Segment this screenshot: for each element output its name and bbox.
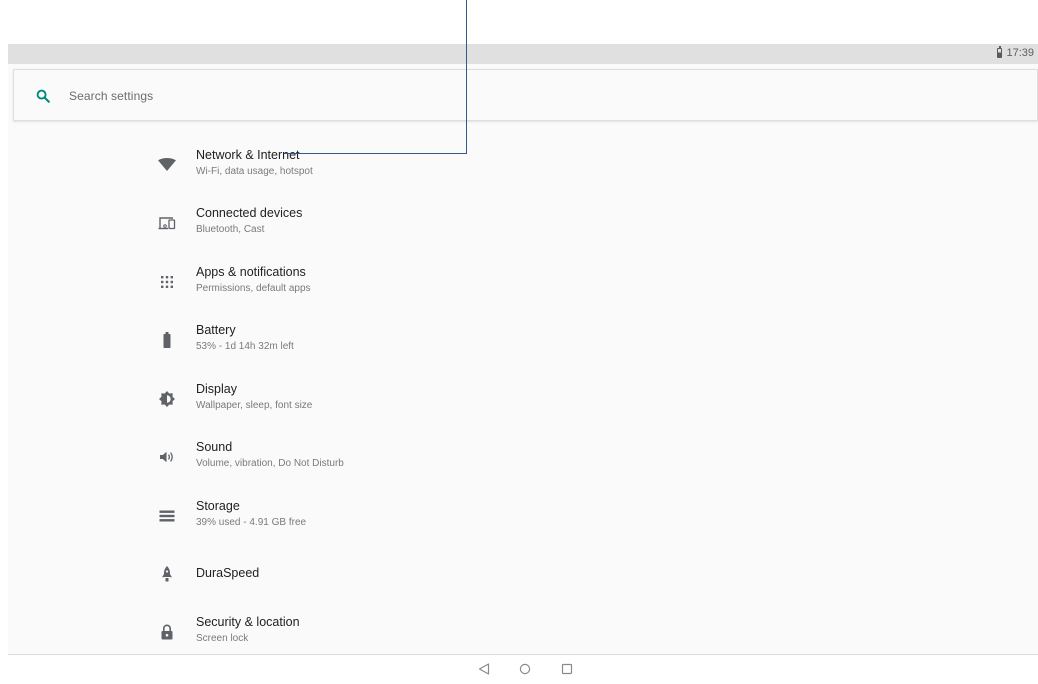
callout-line <box>284 153 467 154</box>
settings-app: Search settings Network & Internet Wi-Fi… <box>8 64 1038 655</box>
apps-grid-icon <box>158 273 176 291</box>
settings-item-title: Sound <box>196 440 233 454</box>
settings-item-title: DuraSpeed <box>196 566 260 580</box>
settings-item-duraspeed[interactable]: DuraSpeed <box>138 547 998 601</box>
status-bar-right: 17:39 <box>997 46 1034 59</box>
status-battery-icon <box>997 46 1003 58</box>
settings-item-security[interactable]: Security & location Screen lock <box>138 605 998 659</box>
callout-line <box>466 0 467 154</box>
settings-item-network[interactable]: Network & Internet Wi-Fi, data usage, ho… <box>138 138 998 192</box>
settings-item-subtitle: Permissions, default apps <box>196 283 311 294</box>
brightness-icon <box>158 390 176 408</box>
search-bar[interactable]: Search settings <box>13 69 1038 121</box>
wifi-icon <box>158 156 176 174</box>
settings-item-display[interactable]: Display Wallpaper, sleep, font size <box>138 372 998 426</box>
settings-item-connected-devices[interactable]: Connected devices Bluetooth, Cast <box>138 196 998 250</box>
status-bar: 17:39 <box>8 44 1038 64</box>
settings-item-title: Apps & notifications <box>196 265 306 279</box>
rocket-icon <box>158 565 176 583</box>
back-icon[interactable] <box>477 662 491 676</box>
lock-icon <box>158 623 176 641</box>
settings-item-title: Battery <box>196 323 236 337</box>
volume-icon <box>158 448 176 466</box>
settings-item-subtitle: Screen lock <box>196 633 249 644</box>
settings-item-title: Connected devices <box>196 206 303 220</box>
settings-item-subtitle: Volume, vibration, Do Not Disturb <box>196 458 344 469</box>
settings-item-title: Network & Internet <box>196 148 300 162</box>
status-time: 17:39 <box>1006 47 1034 59</box>
navigation-bar <box>0 655 1038 684</box>
recents-icon[interactable] <box>560 662 574 676</box>
settings-item-subtitle: 39% used - 4.91 GB free <box>196 517 307 528</box>
devices-icon <box>158 214 176 232</box>
settings-item-title: Storage <box>196 499 240 513</box>
settings-item-subtitle: Wallpaper, sleep, font size <box>196 400 313 411</box>
settings-item-title: Security & location <box>196 615 300 629</box>
search-placeholder: Search settings <box>69 89 154 103</box>
settings-item-storage[interactable]: Storage 39% used - 4.91 GB free <box>138 489 998 543</box>
settings-item-battery[interactable]: Battery 53% - 1d 14h 32m left <box>138 313 998 367</box>
settings-item-title: Display <box>196 382 237 396</box>
battery-icon <box>158 331 176 349</box>
storage-icon <box>158 507 176 525</box>
settings-item-subtitle: Wi-Fi, data usage, hotspot <box>196 166 313 177</box>
settings-item-sound[interactable]: Sound Volume, vibration, Do Not Disturb <box>138 430 998 484</box>
home-icon[interactable] <box>518 662 532 676</box>
settings-item-apps[interactable]: Apps & notifications Permissions, defaul… <box>138 255 998 309</box>
settings-item-subtitle: Bluetooth, Cast <box>196 224 265 235</box>
search-icon <box>36 89 50 103</box>
settings-item-subtitle: 53% - 1d 14h 32m left <box>196 341 294 352</box>
screen: 17:39 Search settings Network & Internet… <box>0 0 1038 684</box>
